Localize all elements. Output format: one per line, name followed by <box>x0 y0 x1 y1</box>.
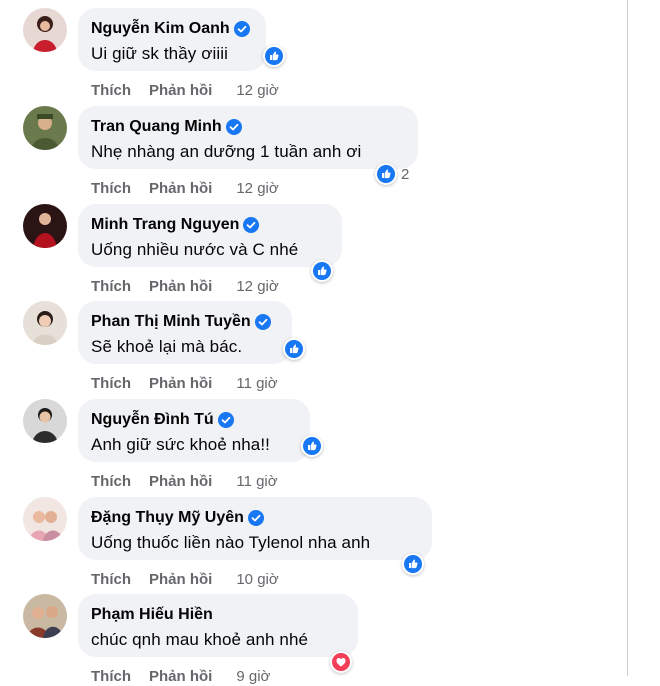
like-button[interactable]: Thích <box>91 473 131 491</box>
comment-actions: Thích Phản hồi 11 giờ <box>91 473 278 491</box>
like-button[interactable]: Thích <box>91 571 131 589</box>
comment-bubble: Phạm Hiếu Hiền chúc qnh mau khoẻ anh nhé <box>78 594 358 657</box>
comment-actions: Thích Phản hồi 10 giờ <box>91 571 279 589</box>
comment-bubble: Phan Thị Minh Tuyền Sẽ khoẻ lại mà bác. <box>78 301 292 364</box>
like-icon <box>301 435 323 457</box>
avatar[interactable] <box>23 8 67 52</box>
reply-button[interactable]: Phản hồi <box>149 278 212 296</box>
like-icon <box>311 260 333 282</box>
like-button[interactable]: Thích <box>91 180 131 198</box>
comment-timestamp[interactable]: 12 giờ <box>236 180 278 198</box>
comment-timestamp[interactable]: 11 giờ <box>236 473 277 491</box>
avatar[interactable] <box>23 106 67 150</box>
comment-timestamp[interactable]: 12 giờ <box>236 278 278 296</box>
verified-badge-icon <box>217 412 234 428</box>
commenter-name[interactable]: Tran Quang Minh <box>91 117 222 137</box>
commenter-name-row: Phạm Hiếu Hiền <box>91 605 345 625</box>
reaction-count: 2 <box>401 165 410 183</box>
commenter-name-row: Đặng Thụy Mỹ Uyên <box>91 508 419 528</box>
reaction-summary[interactable] <box>330 651 352 673</box>
comment-bubble: Nguyễn Kim Oanh Ui giữ sk thầy ơiiii <box>78 8 266 71</box>
comment-timestamp[interactable]: 9 giờ <box>236 668 270 686</box>
reaction-summary[interactable] <box>263 45 285 67</box>
page-divider <box>627 0 628 676</box>
comment-actions: Thích Phản hồi 9 giờ <box>91 668 270 686</box>
reaction-summary[interactable] <box>301 435 323 457</box>
comment-timestamp[interactable]: 10 giờ <box>236 571 278 589</box>
avatar[interactable] <box>23 399 67 443</box>
like-button[interactable]: Thích <box>91 668 131 686</box>
verified-badge-icon <box>225 119 242 135</box>
like-icon <box>283 338 305 360</box>
reaction-summary[interactable] <box>283 338 305 360</box>
comment-text: Sẽ khoẻ lại mà bác. <box>91 337 243 356</box>
verified-badge-icon <box>247 510 264 526</box>
like-button[interactable]: Thích <box>91 82 131 100</box>
verified-badge-icon <box>254 314 271 330</box>
comment-text: Uống nhiều nước và C nhé <box>91 240 299 259</box>
commenter-name-row: Tran Quang Minh <box>91 117 405 137</box>
comment-actions: Thích Phản hồi 12 giờ <box>91 82 279 100</box>
comment-bubble: Đặng Thụy Mỹ Uyên Uống thuốc liền nào Ty… <box>78 497 432 560</box>
commenter-name-row: Nguyễn Kim Oanh <box>91 19 253 39</box>
commenter-name[interactable]: Phan Thị Minh Tuyền <box>91 312 251 332</box>
comment-timestamp[interactable]: 11 giờ <box>236 375 277 393</box>
comment-bubble: Nguyễn Đình Tú Anh giữ sức khoẻ nha!! <box>78 399 310 462</box>
comment-text: Anh giữ sức khoẻ nha!! <box>91 435 271 454</box>
avatar[interactable] <box>23 497 67 541</box>
comment-actions: Thích Phản hồi 12 giờ <box>91 278 279 296</box>
like-icon <box>375 163 397 185</box>
comment-text: Ui giữ sk thầy ơiiii <box>91 44 228 63</box>
reply-button[interactable]: Phản hồi <box>149 375 212 393</box>
commenter-name[interactable]: Nguyễn Đình Tú <box>91 410 214 430</box>
reply-button[interactable]: Phản hồi <box>149 571 212 589</box>
verified-badge-icon <box>233 21 250 37</box>
comment-bubble: Tran Quang Minh Nhẹ nhàng an dưỡng 1 tuầ… <box>78 106 418 169</box>
reply-button[interactable]: Phản hồi <box>149 473 212 491</box>
commenter-name-row: Minh Trang Nguyen <box>91 215 329 235</box>
reaction-summary[interactable]: 2 <box>375 163 409 185</box>
comment-text: Uống thuốc liền nào Tylenol nha anh <box>91 533 371 552</box>
comment-bubble: Minh Trang Nguyen Uống nhiều nước và C n… <box>78 204 342 267</box>
comment-text: chúc qnh mau khoẻ anh nhé <box>91 630 309 649</box>
verified-badge-icon <box>243 217 260 233</box>
comment-text: Nhẹ nhàng an dưỡng 1 tuần anh ơi <box>91 142 362 161</box>
comment-timestamp[interactable]: 12 giờ <box>236 82 278 100</box>
commenter-name-row: Nguyễn Đình Tú <box>91 410 297 430</box>
avatar[interactable] <box>23 594 67 638</box>
love-icon <box>330 651 352 673</box>
comment-actions: Thích Phản hồi 11 giờ <box>91 375 278 393</box>
reaction-summary[interactable] <box>402 553 424 575</box>
like-icon <box>263 45 285 67</box>
commenter-name[interactable]: Phạm Hiếu Hiền <box>91 605 213 625</box>
avatar[interactable] <box>23 204 67 248</box>
reply-button[interactable]: Phản hồi <box>149 180 212 198</box>
like-button[interactable]: Thích <box>91 375 131 393</box>
commenter-name[interactable]: Minh Trang Nguyen <box>91 215 239 235</box>
avatar[interactable] <box>23 301 67 345</box>
commenter-name[interactable]: Đặng Thụy Mỹ Uyên <box>91 508 244 528</box>
like-button[interactable]: Thích <box>91 278 131 296</box>
comment-actions: Thích Phản hồi 12 giờ <box>91 180 279 198</box>
reply-button[interactable]: Phản hồi <box>149 668 212 686</box>
reply-button[interactable]: Phản hồi <box>149 82 212 100</box>
commenter-name[interactable]: Nguyễn Kim Oanh <box>91 19 230 39</box>
reaction-summary[interactable] <box>311 260 333 282</box>
commenter-name-row: Phan Thị Minh Tuyền <box>91 312 279 332</box>
like-icon <box>402 553 424 575</box>
